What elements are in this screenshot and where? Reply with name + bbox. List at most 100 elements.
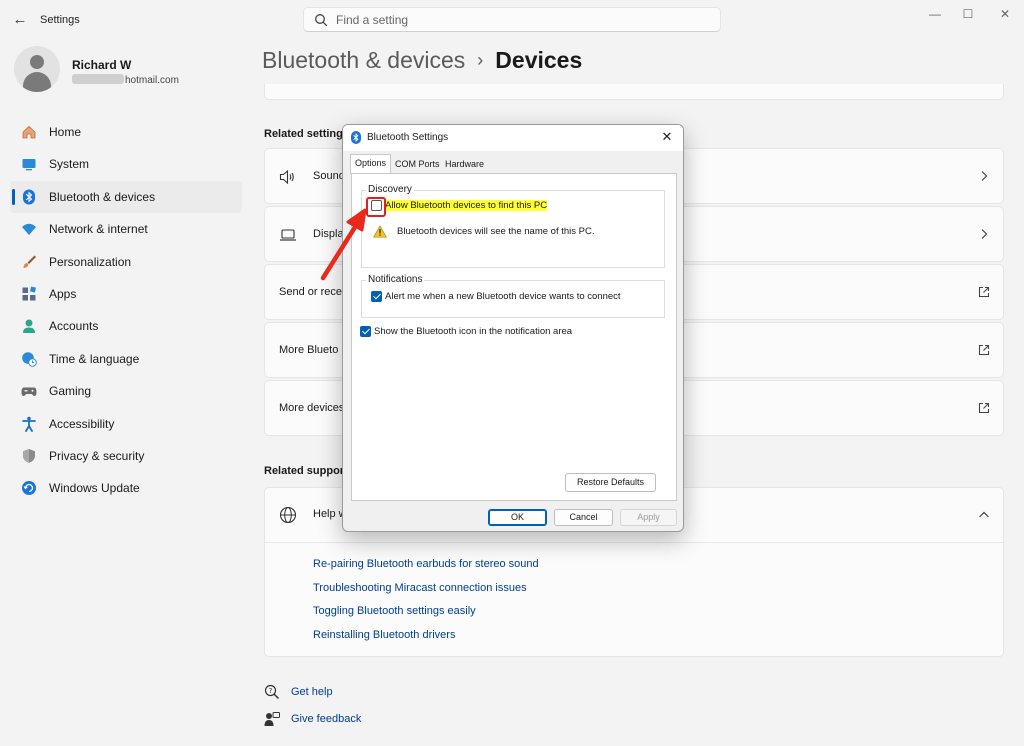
dialog-close-button[interactable]: ✕ [659,129,675,145]
minimize-button[interactable]: — [920,4,950,24]
help-link-repairing-earbuds[interactable]: Re-pairing Bluetooth earbuds for stereo … [313,558,539,570]
accessibility-icon [22,416,36,432]
alert-new-device-label: Alert me when a new Bluetooth device wan… [385,291,621,302]
update-icon [22,481,36,496]
apply-button[interactable]: Apply [620,509,677,526]
breadcrumb-parent[interactable]: Bluetooth & devices [262,47,465,73]
bluetooth-icon [351,131,361,144]
sidebar-item-gaming[interactable]: Gaming [10,375,242,407]
sidebar-item-time-language[interactable]: Time & language [10,343,242,375]
external-link-icon [978,286,990,298]
tab-hardware[interactable]: Hardware [440,155,489,173]
gamepad-icon [21,387,37,397]
discovery-warning: Bluetooth devices will see the name of t… [373,225,595,238]
brush-icon [23,255,36,268]
sidebar-item-apps[interactable]: Apps [10,278,242,310]
show-icon-checkbox[interactable] [360,326,371,337]
sidebar-item-bluetooth-devices[interactable]: Bluetooth & devices [10,180,242,213]
dialog-title: Bluetooth Settings [367,132,449,143]
card-label: Sound [313,170,345,182]
search-box[interactable] [303,7,721,32]
get-help-icon: ? [264,684,280,700]
alert-new-device-checkbox[interactable] [371,291,382,302]
sidebar-item-home[interactable]: Home [10,116,242,148]
help-link-miracast[interactable]: Troubleshooting Miracast connection issu… [313,582,527,594]
sidebar-item-privacy-security[interactable]: Privacy & security [10,440,242,472]
sidebar-item-label: Personalization [49,254,132,269]
back-button[interactable]: ← [10,10,30,30]
close-window-button[interactable]: ✕ [990,4,1020,24]
give-feedback-link[interactable]: Give feedback [291,713,361,725]
maximize-button[interactable]: ☐ [953,4,983,24]
avatar-body [23,72,51,92]
bluetooth-icon [23,189,35,205]
sidebar-item-label: Bluetooth & devices [49,189,156,204]
breadcrumb: Bluetooth & devices › Devices [262,47,582,74]
system-icon [22,159,36,171]
apps-icon [22,286,36,301]
laptop-icon [280,229,296,241]
warning-icon [373,225,387,238]
shield-icon [23,448,35,463]
card-label: More Blueto [279,344,339,356]
wifi-icon [22,223,36,236]
sidebar-item-label: Accounts [49,319,99,334]
ok-button[interactable]: OK [488,509,547,526]
bluetooth-settings-dialog: Bluetooth Settings ✕ Options COM Ports H… [342,124,684,532]
card-label: Displa [313,228,344,240]
speaker-icon [279,169,294,185]
sidebar-item-label: Home [49,125,82,139]
dialog-title-bar: Bluetooth Settings ✕ [343,125,683,151]
app-title: Settings [40,14,80,26]
sidebar-item-network[interactable]: Network & internet [10,213,242,245]
sidebar-item-label: Apps [49,286,77,301]
sidebar-item-system[interactable]: System [10,148,242,180]
tab-com-ports[interactable]: COM Ports [390,155,445,173]
cancel-button[interactable]: Cancel [554,509,613,526]
allow-discovery-label: Allow Bluetooth devices to find this PC [385,200,548,211]
alert-new-device-row[interactable]: Alert me when a new Bluetooth device wan… [371,291,621,302]
chevron-right-icon [981,229,988,239]
allow-discovery-row[interactable]: Allow Bluetooth devices to find this PC [371,200,548,211]
related-support-title: Related suppor [264,465,345,477]
help-link-reinstalling-drivers[interactable]: Reinstalling Bluetooth drivers [313,629,455,641]
warning-text: Bluetooth devices will see the name of t… [397,226,595,237]
help-link-toggling-bluetooth[interactable]: Toggling Bluetooth settings easily [313,605,476,617]
sidebar-item-windows-update[interactable]: Windows Update [10,472,242,504]
annotation-highlight-box [366,197,386,217]
svg-text:?: ? [269,687,273,695]
globe-icon [279,506,297,524]
email-redaction [72,74,124,84]
sidebar-item-accessibility[interactable]: Accessibility [10,408,242,440]
chevron-up-icon[interactable] [977,508,991,522]
avatar-head [30,55,44,69]
home-icon [22,125,36,139]
sidebar-item-accounts[interactable]: Accounts [10,310,242,342]
sidebar-item-label: Network & internet [49,222,148,237]
avatar[interactable] [14,46,60,92]
notifications-group-label: Notifications [366,274,425,285]
previous-card-edge [264,84,1004,100]
get-help-link[interactable]: Get help [291,686,333,698]
tab-options[interactable]: Options [350,154,392,174]
user-name: Richard W [72,58,132,72]
title-bar: ← Settings — ☐ ✕ [0,0,1024,40]
external-link-icon [978,402,990,414]
sidebar-item-label: Time & language [49,351,140,366]
search-input[interactable] [336,12,706,28]
sidebar-item-label: Accessibility [49,416,115,431]
restore-defaults-button[interactable]: Restore Defaults [565,473,656,492]
sidebar-item-personalization[interactable]: Personalization [10,246,242,278]
sidebar: Home System Bluetooth & devices Network … [10,116,242,505]
sidebar-item-label: System [49,157,90,172]
sidebar-item-label: Windows Update [49,481,140,496]
user-email: hotmail.com [72,74,179,86]
show-icon-row[interactable]: Show the Bluetooth icon in the notificat… [360,326,572,337]
breadcrumb-separator: › [477,50,484,70]
help-divider [265,542,1003,543]
search-icon [315,14,328,27]
page-title: Devices [495,47,583,73]
external-link-icon [978,344,990,356]
globe-clock-icon [22,351,37,367]
show-icon-label: Show the Bluetooth icon in the notificat… [374,326,573,337]
